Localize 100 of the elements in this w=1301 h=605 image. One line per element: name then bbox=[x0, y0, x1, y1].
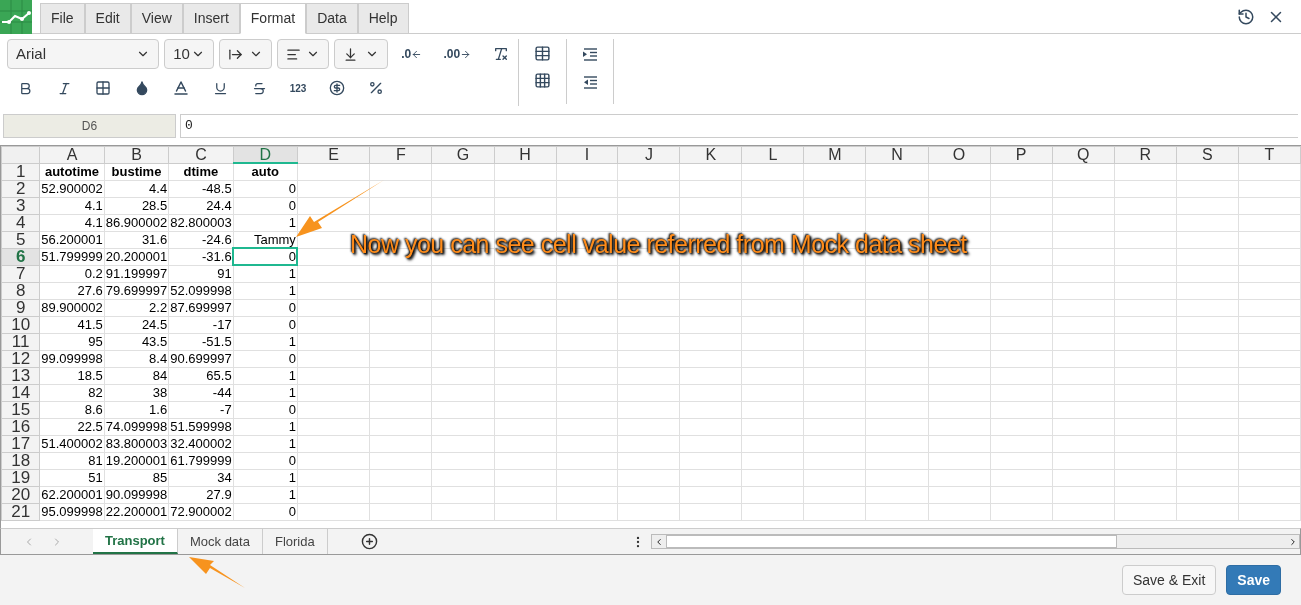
table-cell: 8.6 bbox=[39, 401, 105, 418]
font-size-dropdown[interactable]: 10 bbox=[164, 39, 215, 69]
table-cell: 19.200001 bbox=[104, 452, 169, 469]
scroll-left-icon[interactable] bbox=[654, 536, 664, 547]
table-cell: 99.099998 bbox=[39, 350, 105, 367]
column-header[interactable]: J bbox=[617, 146, 680, 163]
table-cell: 31.6 bbox=[104, 231, 169, 248]
history-icon[interactable] bbox=[1237, 7, 1255, 26]
save-exit-button[interactable]: Save & Exit bbox=[1121, 565, 1217, 595]
column-header[interactable]: L bbox=[741, 146, 804, 163]
column-header[interactable]: Q bbox=[1052, 146, 1115, 163]
italic-icon bbox=[56, 80, 72, 96]
column-header[interactable]: M bbox=[803, 146, 866, 163]
table-cell: 51 bbox=[39, 469, 105, 486]
increase-decimal-button[interactable]: .00 bbox=[443, 45, 481, 63]
column-header[interactable]: N bbox=[866, 146, 929, 163]
sheet-tab[interactable]: Florida bbox=[262, 529, 328, 554]
table-cell: 32.400002 bbox=[168, 435, 234, 452]
indent-decrease-icon[interactable] bbox=[582, 76, 598, 90]
table-cell: 28.5 bbox=[104, 197, 169, 214]
table-cell: 1 bbox=[233, 486, 298, 503]
borders-icon bbox=[95, 80, 111, 96]
table-cell: 0 bbox=[233, 401, 298, 418]
table-cell: 90.699997 bbox=[168, 350, 234, 367]
table-cell: 1.6 bbox=[104, 401, 169, 418]
sheet-tab[interactable]: Mock data bbox=[177, 529, 263, 554]
table-cell: 20.200001 bbox=[104, 248, 169, 265]
horizontal-scrollbar[interactable] bbox=[651, 534, 1300, 549]
table-cell: 0 bbox=[233, 452, 298, 469]
table-cell: 0.2 bbox=[39, 265, 105, 282]
indent-increase-icon[interactable] bbox=[582, 48, 598, 62]
font-dropdown[interactable]: Arial bbox=[7, 39, 160, 69]
table-cell: 56.200001 bbox=[39, 231, 105, 248]
menu-tab[interactable]: File bbox=[40, 3, 85, 34]
column-header[interactable]: E bbox=[297, 146, 370, 163]
column-header[interactable]: K bbox=[679, 146, 742, 163]
menu-tab[interactable]: Data bbox=[306, 3, 358, 34]
menu-tab[interactable]: Format bbox=[239, 3, 307, 34]
table-cell: -48.5 bbox=[168, 180, 234, 197]
table-cell: 4.1 bbox=[39, 214, 105, 231]
column-header[interactable]: D bbox=[233, 146, 298, 163]
column-header[interactable]: I bbox=[556, 146, 618, 163]
table-cell: 65.5 bbox=[168, 367, 234, 384]
table-cell: 4.1 bbox=[39, 197, 105, 214]
table-cell: 95.099998 bbox=[39, 503, 105, 520]
column-header[interactable]: P bbox=[990, 146, 1053, 163]
column-header[interactable]: S bbox=[1176, 146, 1239, 163]
column-header[interactable]: T bbox=[1238, 146, 1301, 163]
align-left-icon bbox=[285, 46, 301, 62]
align-dropdown[interactable] bbox=[276, 39, 329, 69]
menu-tab[interactable]: Help bbox=[357, 3, 409, 34]
menu-tab[interactable]: Insert bbox=[182, 3, 240, 34]
number-format-button[interactable]: 123 bbox=[282, 75, 314, 101]
table-cell: 83.800003 bbox=[104, 435, 169, 452]
table-cell: 1 bbox=[233, 214, 298, 231]
column-width-dropdown[interactable] bbox=[219, 39, 272, 69]
table-cell: 4.4 bbox=[104, 180, 169, 197]
table-cell: 22.200001 bbox=[104, 503, 169, 520]
table-cell: 34 bbox=[168, 469, 234, 486]
sheet-tab[interactable]: Transport bbox=[93, 529, 178, 554]
table-cell: 1 bbox=[233, 435, 298, 452]
column-header[interactable]: H bbox=[494, 146, 557, 163]
table-cell: 18.5 bbox=[39, 367, 105, 384]
column-header[interactable]: A bbox=[39, 146, 105, 163]
column-header[interactable]: F bbox=[370, 146, 432, 163]
table-cell: 52.099998 bbox=[168, 282, 234, 299]
table-cell: 43.5 bbox=[104, 333, 169, 350]
menu-tab[interactable]: View bbox=[130, 3, 183, 34]
scrollbar-thumb[interactable] bbox=[666, 535, 1117, 548]
table-cell: 95 bbox=[39, 333, 105, 350]
fill-color-icon bbox=[134, 80, 150, 96]
column-header[interactable]: R bbox=[1114, 146, 1177, 163]
menu-tab[interactable]: Edit bbox=[84, 3, 131, 34]
table-cell: 41.5 bbox=[39, 316, 105, 333]
column-header[interactable]: G bbox=[432, 146, 495, 163]
formula-input[interactable]: 0 bbox=[180, 114, 1298, 138]
decrease-decimal-button[interactable]: .0 bbox=[401, 45, 435, 63]
text-color-icon bbox=[172, 79, 190, 97]
table-cell: 1 bbox=[233, 469, 298, 486]
add-sheet-icon[interactable] bbox=[360, 533, 378, 550]
table-cell: -44 bbox=[168, 384, 234, 401]
column-header[interactable]: C bbox=[168, 146, 234, 163]
strikethrough-icon bbox=[251, 80, 267, 96]
table-cell: 52.900002 bbox=[39, 180, 105, 197]
table-cell: -51.5 bbox=[168, 333, 234, 350]
save-button[interactable]: Save bbox=[1226, 565, 1281, 595]
name-box[interactable]: D6 bbox=[3, 114, 176, 138]
table-cell: 61.799999 bbox=[168, 452, 234, 469]
grid-icon[interactable] bbox=[534, 72, 551, 89]
scroll-right-icon[interactable] bbox=[1288, 536, 1298, 547]
column-header[interactable]: O bbox=[928, 146, 991, 163]
table-cell: 27.6 bbox=[39, 282, 105, 299]
table-cell: 51.599998 bbox=[168, 418, 234, 435]
table-cell: 1 bbox=[233, 282, 298, 299]
clear-format-icon bbox=[493, 46, 510, 62]
table-cell: 72.900002 bbox=[168, 503, 234, 520]
vertical-align-dropdown[interactable] bbox=[333, 39, 389, 69]
table-icon[interactable] bbox=[534, 45, 551, 62]
table-cell: 8.4 bbox=[104, 350, 169, 367]
column-header[interactable]: B bbox=[104, 146, 169, 163]
